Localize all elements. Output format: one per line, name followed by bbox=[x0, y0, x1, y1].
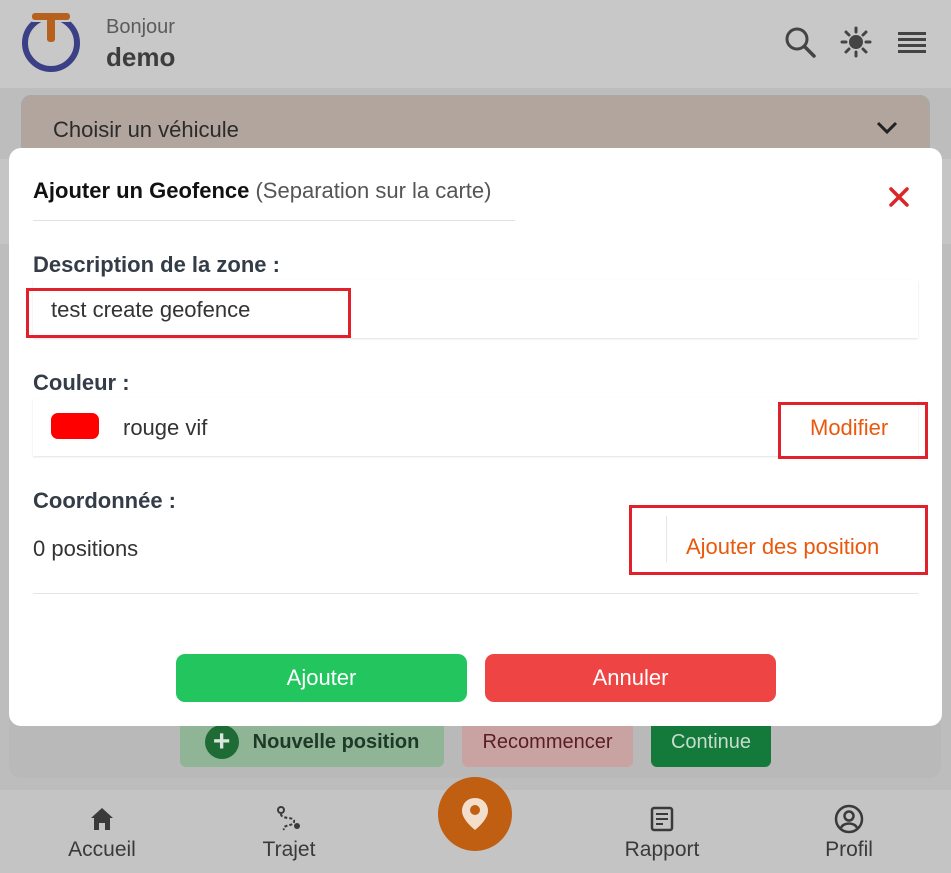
close-icon[interactable] bbox=[886, 184, 912, 210]
search-icon[interactable] bbox=[784, 26, 816, 58]
nav-label-accueil: Accueil bbox=[68, 838, 136, 861]
app-logo-icon bbox=[22, 12, 80, 72]
user-circle-icon bbox=[834, 804, 864, 834]
username-text: demo bbox=[106, 42, 176, 72]
nav-item-trajet[interactable]: Trajet bbox=[219, 790, 359, 873]
color-swatch bbox=[51, 413, 99, 439]
greeting-text: Bonjour bbox=[106, 16, 175, 38]
coords-separator bbox=[33, 593, 918, 594]
cancel-button[interactable]: Annuler bbox=[485, 654, 776, 702]
nav-item-accueil[interactable]: Accueil bbox=[32, 790, 172, 873]
home-icon bbox=[91, 808, 113, 830]
vehicle-select-label: Choisir un véhicule bbox=[53, 117, 239, 142]
map-pin-icon bbox=[462, 798, 488, 830]
nav-label-profil: Profil bbox=[825, 838, 873, 861]
nav-item-profil[interactable]: Profil bbox=[779, 790, 919, 873]
app-header: Bonjour demo bbox=[0, 0, 951, 88]
positions-count: 0 positions bbox=[33, 536, 139, 561]
modal-subtitle: (Separation sur la carte) bbox=[255, 178, 492, 203]
nav-label-rapport: Rapport bbox=[624, 838, 700, 861]
nav-label-trajet: Trajet bbox=[262, 838, 316, 861]
description-label: Description de la zone : bbox=[33, 252, 280, 277]
nav-item-rapport[interactable]: Rapport bbox=[592, 790, 732, 873]
chevron-down-icon bbox=[876, 121, 898, 135]
color-name: rouge vif bbox=[123, 415, 208, 440]
modal-title-text: Ajouter un Geofence bbox=[33, 178, 250, 203]
description-highlight bbox=[26, 288, 351, 338]
modal-title: Ajouter un Geofence (Separation sur la c… bbox=[33, 178, 491, 204]
plus-icon: + bbox=[204, 725, 239, 759]
add-geofence-modal: Ajouter un Geofence (Separation sur la c… bbox=[9, 148, 942, 726]
nav-item-map[interactable] bbox=[438, 777, 512, 851]
modify-highlight bbox=[778, 402, 928, 459]
new-position-label: Nouvelle position bbox=[252, 730, 420, 753]
coords-label: Coordonnée : bbox=[33, 488, 176, 513]
menu-icon[interactable] bbox=[896, 26, 928, 58]
add-button[interactable]: Ajouter bbox=[176, 654, 467, 702]
route-icon bbox=[277, 806, 300, 831]
title-divider bbox=[33, 220, 515, 221]
add-positions-highlight bbox=[629, 505, 928, 575]
brightness-icon[interactable] bbox=[840, 26, 872, 58]
report-icon bbox=[650, 806, 674, 832]
color-label: Couleur : bbox=[33, 370, 130, 395]
